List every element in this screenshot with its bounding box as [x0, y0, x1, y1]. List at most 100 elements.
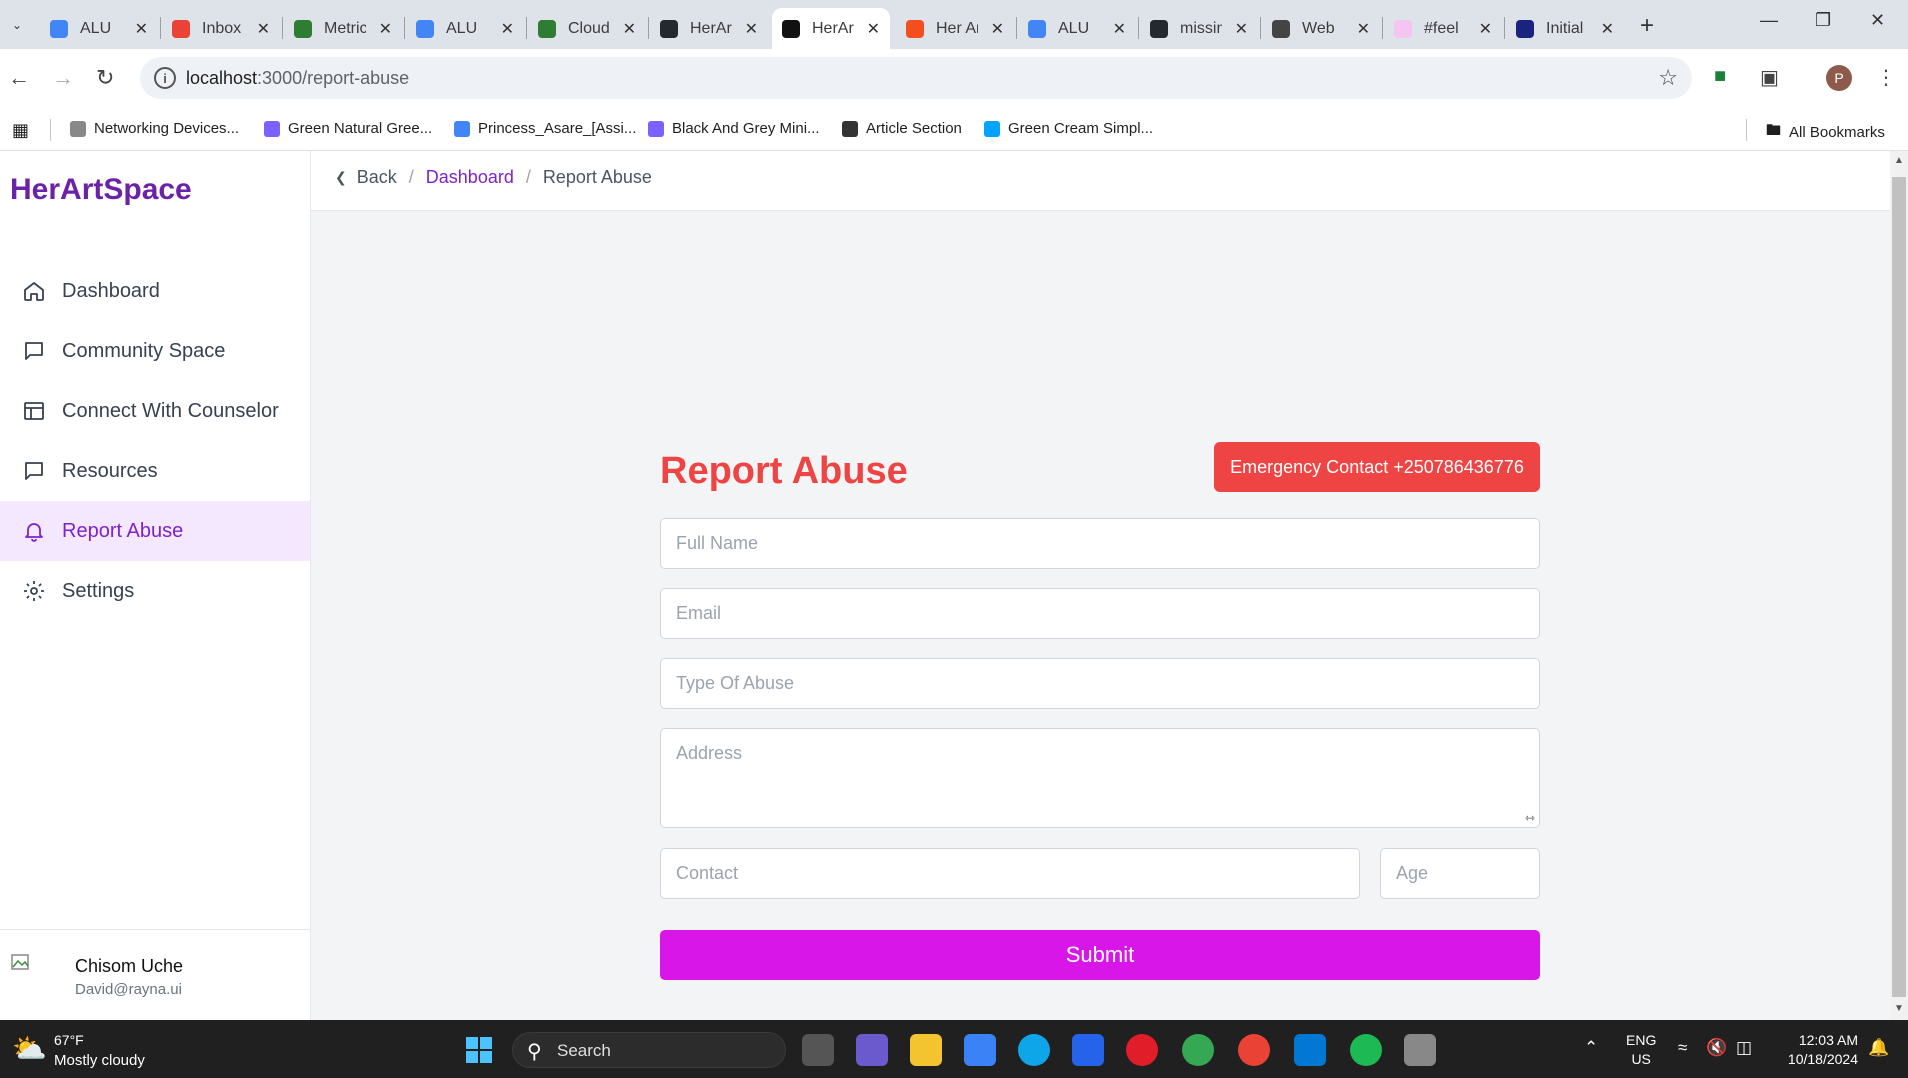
copilot-icon[interactable]	[856, 1034, 888, 1066]
tab-close-icon[interactable]: ✕	[379, 19, 392, 39]
brand-logo[interactable]: HerArtSpace	[10, 173, 192, 207]
snipping-tool-icon[interactable]	[1404, 1034, 1436, 1066]
extensions-puzzle-icon[interactable]: ▣	[1760, 65, 1779, 90]
emergency-contact-button[interactable]: Emergency Contact +250786436776	[1214, 442, 1540, 492]
sidebar-item-connect-with-counselor[interactable]: Connect With Counselor	[0, 381, 310, 441]
notification-bell-icon[interactable]: 🔔	[1868, 1038, 1889, 1058]
browser-tab[interactable]: HerArtSpace ✕	[772, 8, 890, 49]
forward-arrow-icon[interactable]: →	[52, 65, 74, 91]
apps-grid-icon[interactable]: ▦	[12, 120, 29, 141]
tab-close-icon[interactable]: ✕	[1601, 19, 1614, 39]
page-scrollbar[interactable]: ▲ ▼	[1890, 151, 1908, 1020]
submit-button[interactable]: Submit	[660, 930, 1540, 980]
scroll-down-icon[interactable]: ▼	[1894, 1003, 1904, 1014]
new-tab-button[interactable]: +	[1640, 12, 1654, 40]
tab-close-icon[interactable]: ✕	[1479, 19, 1492, 39]
file-explorer-icon[interactable]	[910, 1034, 942, 1066]
tab-close-icon[interactable]: ✕	[1235, 19, 1248, 39]
browser-tab[interactable]: ALU ✕	[406, 8, 524, 49]
vscode-icon[interactable]	[1294, 1034, 1326, 1066]
minimize-icon[interactable]: —	[1760, 10, 1778, 31]
weather-cloud-sun-icon[interactable]: ⛅	[12, 1032, 47, 1065]
bookmark-star-icon[interactable]: ☆	[1658, 65, 1678, 91]
sidebar-item-resources[interactable]: Resources	[0, 441, 310, 501]
browser-tab[interactable]: #feel ✕	[1384, 8, 1502, 49]
more-menu-icon[interactable]: ⋮	[1876, 65, 1896, 90]
breadcrumb-dashboard[interactable]: Dashboard	[426, 167, 514, 188]
mail-icon[interactable]	[1072, 1034, 1104, 1066]
reload-icon[interactable]: ↻	[96, 65, 114, 91]
bookmark-label: Princess_Asare_[Assi...	[478, 120, 637, 137]
browser-tab[interactable]: Metrics ✕	[284, 8, 402, 49]
browser-tab[interactable]: Initial ✕	[1506, 8, 1624, 49]
wifi-icon[interactable]: ≈	[1678, 1038, 1687, 1058]
sidebar-item-community-space[interactable]: Community Space	[0, 321, 310, 381]
bookmark-item[interactable]: Article Section	[842, 120, 962, 137]
back-arrow-icon[interactable]: ←	[8, 65, 30, 91]
tab-close-icon[interactable]: ✕	[135, 19, 148, 39]
scroll-thumb[interactable]	[1892, 177, 1906, 997]
weather-temp[interactable]: 67°F	[54, 1032, 84, 1048]
tab-close-icon[interactable]: ✕	[257, 19, 270, 39]
chevron-left-icon[interactable]: ❮	[335, 169, 347, 186]
task-view-icon[interactable]	[802, 1034, 834, 1066]
browser-tab[interactable]: Inbox ✕	[162, 8, 280, 49]
tab-close-icon[interactable]: ✕	[501, 19, 514, 39]
browser-tab[interactable]: Cloud ✕	[528, 8, 646, 49]
volume-muted-icon[interactable]: 🔇	[1706, 1038, 1727, 1058]
language-indicator[interactable]: ENG US	[1626, 1031, 1656, 1069]
tab-close-icon[interactable]: ✕	[623, 19, 636, 39]
resize-handle-icon[interactable]: ⇿	[1525, 811, 1535, 825]
chrome-icon[interactable]	[1182, 1034, 1214, 1066]
full-name-input[interactable]: Full Name	[660, 518, 1540, 569]
browser-tab[interactable]: ALU ✕	[1018, 8, 1136, 49]
scroll-up-icon[interactable]: ▲	[1894, 155, 1904, 166]
abuse-type-input[interactable]: Type Of Abuse	[660, 658, 1540, 709]
bookmark-item[interactable]: Green Natural Gree...	[264, 120, 432, 137]
clock[interactable]: 12:03 AM 10/18/2024	[1778, 1031, 1858, 1069]
sidebar-item-settings[interactable]: Settings	[0, 561, 310, 621]
bookmark-item[interactable]: Green Cream Simpl...	[984, 120, 1153, 137]
microsoft-store-icon[interactable]	[964, 1034, 996, 1066]
close-window-icon[interactable]: ✕	[1870, 10, 1885, 31]
spotify-icon[interactable]	[1350, 1034, 1382, 1066]
layout-icon	[24, 402, 44, 420]
bookmark-item[interactable]: Princess_Asare_[Assi...	[454, 120, 636, 137]
tab-close-icon[interactable]: ✕	[867, 19, 880, 39]
tab-close-icon[interactable]: ✕	[991, 19, 1004, 39]
edge-icon[interactable]	[1018, 1034, 1050, 1066]
opera-icon[interactable]	[1126, 1034, 1158, 1066]
windows-start-icon[interactable]	[466, 1037, 492, 1063]
tab-close-icon[interactable]: ✕	[1357, 19, 1370, 39]
tab-close-icon[interactable]: ✕	[1113, 19, 1126, 39]
restore-icon[interactable]: ❐	[1815, 10, 1831, 31]
address-bar[interactable]: i localhost:3000/report-abuse ☆	[140, 57, 1692, 99]
user-profile[interactable]: Chisom Uche David@rayna.ui	[0, 929, 310, 1020]
sidebar-item-report-abuse[interactable]: Report Abuse	[0, 501, 310, 561]
browser-tab[interactable]: Her Art ✕	[896, 8, 1014, 49]
tab-search-chevron-icon[interactable]: ⌄	[4, 12, 30, 38]
battery-icon[interactable]: ◫	[1736, 1038, 1752, 1058]
browser-tab[interactable]: missing ✕	[1140, 8, 1258, 49]
chrome-profile-icon[interactable]	[1238, 1034, 1270, 1066]
email-input[interactable]: Email	[660, 588, 1540, 639]
contact-input[interactable]: Contact	[660, 848, 1360, 899]
browser-tab[interactable]: HerArtSpace ✕	[650, 8, 768, 49]
browser-tab[interactable]: Web ✕	[1262, 8, 1380, 49]
chevron-up-icon[interactable]: ⌃	[1584, 1038, 1598, 1058]
bookmark-item[interactable]: Networking Devices...	[70, 120, 239, 137]
profile-avatar[interactable]: P	[1826, 65, 1852, 91]
taskbar-search[interactable]: ⚲ Search	[512, 1032, 786, 1068]
all-bookmarks[interactable]: 🖿 All Bookmarks	[1766, 120, 1885, 145]
bookmark-item[interactable]: Black And Grey Mini...	[648, 120, 820, 137]
weather-desc[interactable]: Mostly cloudy	[54, 1052, 145, 1069]
sidebar-item-dashboard[interactable]: Dashboard	[0, 261, 310, 321]
url-text[interactable]: localhost:3000/report-abuse	[186, 68, 409, 89]
browser-tab[interactable]: ALU ✕	[40, 8, 158, 49]
site-info-icon[interactable]: i	[154, 67, 176, 89]
breadcrumb-back[interactable]: Back	[357, 167, 397, 188]
extension-robot-icon[interactable]: ■	[1714, 65, 1726, 88]
address-textarea[interactable]: Address ⇿	[660, 728, 1540, 828]
tab-close-icon[interactable]: ✕	[745, 19, 758, 39]
age-input[interactable]: Age	[1380, 848, 1540, 899]
